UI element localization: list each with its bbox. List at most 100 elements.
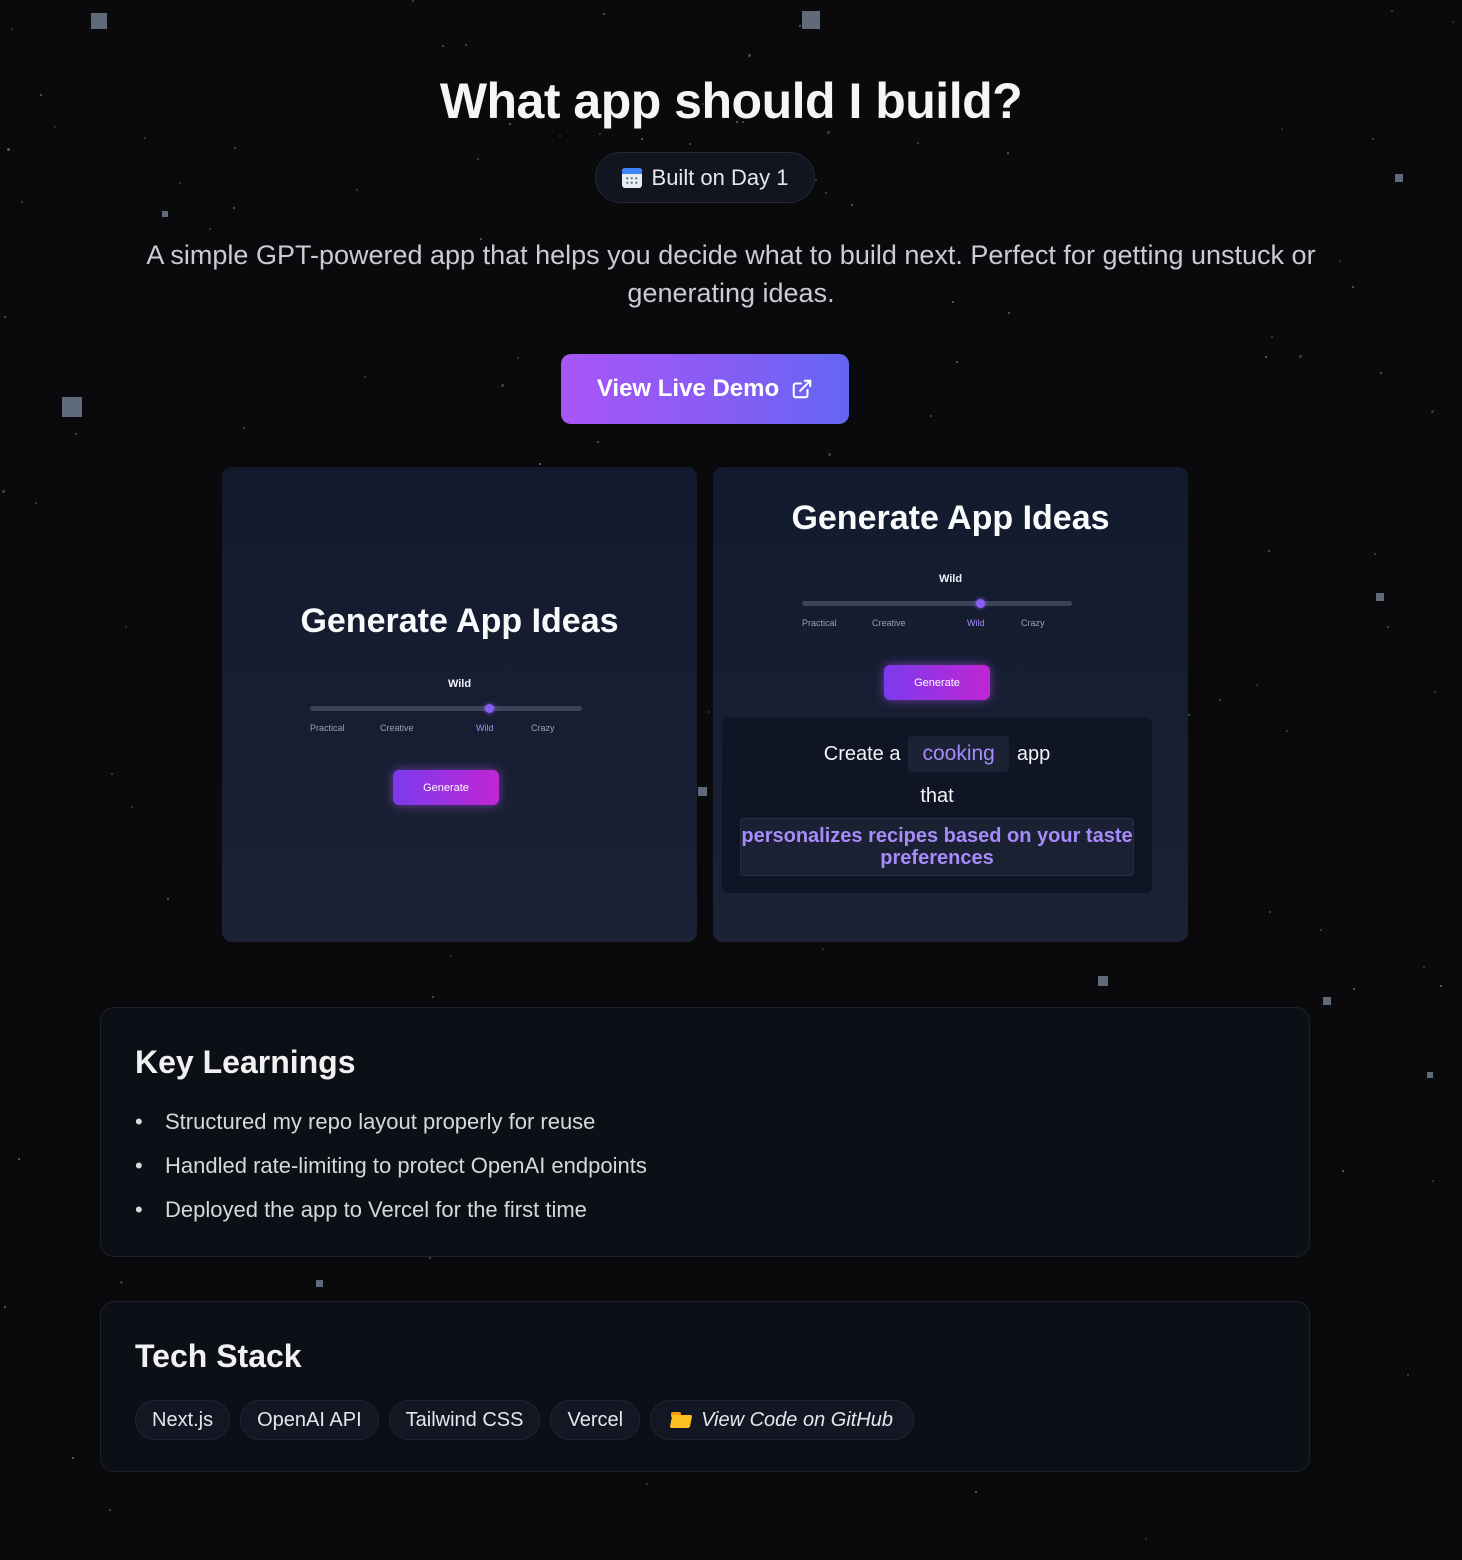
star-square	[802, 11, 820, 29]
star-dot	[356, 189, 358, 191]
star-dot	[646, 1483, 648, 1485]
star-dot	[1299, 355, 1302, 358]
star-square	[162, 211, 168, 217]
star-dot	[1265, 356, 1267, 358]
star-square	[62, 397, 82, 417]
star-dot	[689, 143, 691, 145]
star-dot	[930, 415, 932, 417]
idea-sentence: Create a cooking app	[722, 736, 1152, 772]
idea-result-box: Create a cooking app that personalizes r…	[722, 718, 1152, 893]
star-dot	[1268, 550, 1270, 552]
star-dot	[1391, 10, 1393, 12]
calendar-icon	[621, 167, 642, 188]
tech-chip-openai: OpenAI API	[240, 1400, 379, 1440]
star-dot	[1372, 138, 1374, 140]
star-dot	[517, 357, 519, 359]
slider-track	[802, 601, 1072, 606]
idea-feature: personalizes recipes based on your taste…	[740, 818, 1134, 876]
star-dot	[1188, 714, 1190, 716]
star-dot	[429, 1257, 431, 1259]
star-dot	[1269, 911, 1271, 913]
tick-practical: Practical	[310, 723, 345, 733]
star-dot	[1431, 410, 1434, 413]
star-dot	[799, 25, 801, 27]
star-dot	[75, 433, 77, 435]
star-dot	[109, 1509, 111, 1511]
key-learnings-card: Key Learnings • Structured my repo layout…	[100, 1007, 1310, 1257]
view-code-github-link[interactable]: View Code on GitHub	[650, 1400, 915, 1440]
tick-practical: Practical	[802, 618, 837, 628]
tick-creative: Creative	[872, 618, 906, 628]
star-dot	[1407, 1374, 1409, 1376]
star-dot	[131, 806, 133, 808]
tech-chips: Next.js OpenAI API Tailwind CSS Vercel V…	[135, 1400, 915, 1440]
star-dot	[2, 490, 5, 493]
tech-chip-vercel: Vercel	[550, 1400, 641, 1440]
learning-text: Handled rate-limiting to protect OpenAI …	[165, 1153, 647, 1178]
star-dot	[1286, 730, 1288, 732]
learning-text: Deployed the app to Vercel for the first…	[165, 1197, 587, 1222]
star-dot	[233, 207, 235, 209]
star-square	[1098, 976, 1108, 986]
star-dot	[144, 137, 146, 139]
star-dot	[364, 376, 366, 378]
github-link-label: View Code on GitHub	[701, 1408, 894, 1431]
star-dot	[1352, 286, 1354, 288]
list-item: • Handled rate-limiting to protect OpenAI…	[135, 1152, 647, 1196]
star-dot	[432, 996, 434, 998]
tech-stack-title: Tech Stack	[135, 1338, 302, 1374]
star-dot	[599, 133, 601, 135]
star-dot	[21, 201, 23, 203]
day-badge-label: Built on Day 1	[651, 164, 789, 190]
screenshot-title: Generate App Ideas	[300, 602, 619, 640]
star-dot	[1353, 988, 1355, 990]
star-dot	[851, 204, 853, 206]
star-dot	[209, 228, 211, 230]
star-dot	[412, 0, 414, 2]
star-dot	[1379, 593, 1382, 596]
star-dot	[442, 45, 444, 47]
star-dot	[1342, 1170, 1344, 1172]
star-dot	[120, 1281, 123, 1284]
star-dot	[825, 192, 827, 194]
star-dot	[111, 773, 113, 775]
star-dot	[917, 142, 919, 144]
star-dot	[1219, 699, 1221, 701]
star-dot	[1434, 691, 1436, 693]
star-dot	[7, 148, 10, 151]
star-dot	[179, 182, 181, 184]
star-square	[316, 1280, 323, 1287]
star-dot	[748, 54, 751, 57]
page-title: What app should I build?	[439, 73, 1023, 129]
star-square	[1323, 997, 1331, 1005]
star-square	[1376, 593, 1384, 601]
star-dot	[559, 135, 561, 137]
star-dot	[603, 13, 605, 15]
star-dot	[1145, 1538, 1147, 1540]
star-dot	[956, 361, 958, 363]
slider-thumb	[485, 704, 494, 713]
star-dot	[1423, 966, 1425, 968]
day-badge: Built on Day 1	[595, 152, 815, 203]
tick-wild: Wild	[967, 618, 985, 628]
slider-value-label: Wild	[447, 678, 472, 690]
star-dot	[11, 28, 13, 30]
slider-value-label: Wild	[938, 573, 963, 585]
star-dot	[1452, 21, 1454, 23]
tick-crazy: Crazy	[531, 723, 555, 733]
tick-creative: Creative	[380, 723, 414, 733]
idea-category-chip: cooking	[908, 736, 1009, 772]
idea-prefix: Create a	[823, 742, 901, 765]
star-dot	[1271, 336, 1273, 338]
star-dot	[167, 898, 169, 900]
learnings-list: • Structured my repo layout properly for …	[135, 1108, 647, 1240]
star-square	[1427, 1072, 1433, 1078]
list-item: • Deployed the app to Vercel for the firs…	[135, 1196, 647, 1240]
generate-button: Generate	[884, 665, 990, 700]
view-live-demo-button[interactable]: View Live Demo	[561, 354, 849, 424]
star-dot	[465, 44, 467, 46]
star-dot	[597, 441, 599, 443]
star-dot	[975, 1491, 977, 1493]
bullet-icon: •	[135, 1153, 143, 1178]
tech-chip-nextjs: Next.js	[135, 1400, 231, 1440]
